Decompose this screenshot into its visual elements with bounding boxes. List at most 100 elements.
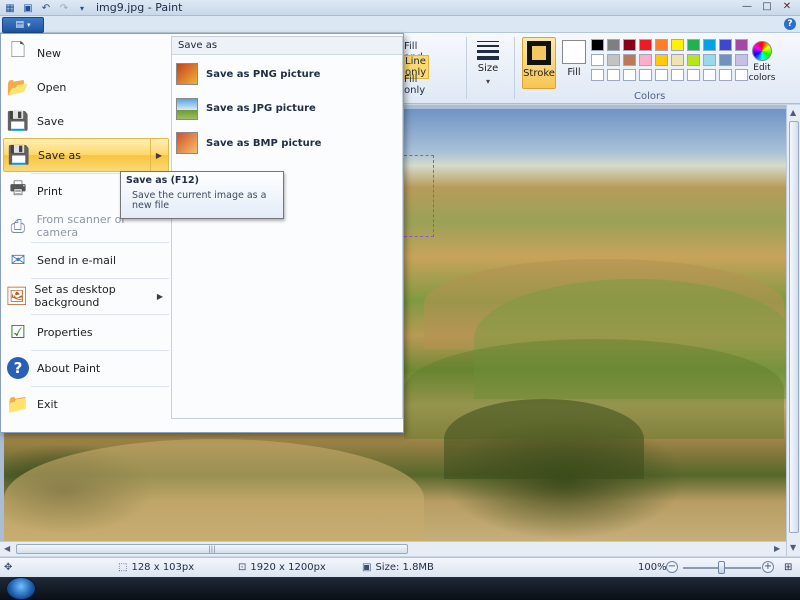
fill-only-option[interactable]: Fill only [404,74,425,96]
disk-icon: ▣ [362,562,372,573]
paint-menu-button[interactable]: ▤ ▾ [2,17,44,33]
menu-item-about-paint[interactable]: ? About Paint [3,351,169,385]
edit-colors-label: Edit colors [748,63,776,83]
palette-color-swatch[interactable] [687,69,700,81]
palette-color-swatch[interactable] [639,54,652,66]
palette-color-swatch[interactable] [639,39,652,51]
paint-app-icon[interactable]: ▦ [3,1,17,15]
horizontal-scroll-thumb[interactable]: ||| [16,544,408,554]
scroll-up-icon[interactable]: ▲ [790,108,796,117]
palette-color-swatch[interactable] [655,69,668,81]
palette-color-swatch[interactable] [671,54,684,66]
redo-icon[interactable]: ↷ [57,1,71,15]
printer-icon: 🖶 [9,178,27,199]
paint-application-menu: 🗋 New 📂 Open 💾 Save 💾 Save as ▶ 🖶 Print ⎙ From scann… [0,33,404,433]
palette-color-swatch[interactable] [687,39,700,51]
menu-item-open[interactable]: 📂 Open [3,70,169,104]
palette-color-swatch[interactable] [639,69,652,81]
menu-item-label: Set as desktop background [34,283,116,309]
zoom-level: 100% [638,562,667,573]
menu-separator [31,278,169,279]
file-size: ▣ Size: 1.8MB [362,562,434,573]
zoom-in-button[interactable]: + [762,561,774,573]
menu-item-label: Save as [38,148,81,162]
submenu-item-save-as-bmp-picture[interactable]: Save as BMP picture [176,128,400,158]
submenu-item-label: Save as BMP picture [206,137,322,149]
menu-separator [31,314,169,315]
palette-color-swatch[interactable] [719,39,732,51]
scroll-right-icon[interactable]: ▶ [774,544,780,553]
save-icon[interactable]: ▣ [21,1,35,15]
scroll-left-icon[interactable]: ◀ [4,544,10,553]
palette-color-swatch[interactable] [703,39,716,51]
palette-color-swatch[interactable] [591,69,604,81]
stroke-color-button[interactable]: Stroke [522,37,556,89]
palette-color-swatch[interactable] [623,39,636,51]
selection-size: ⬚ 128 x 103px [118,562,194,573]
palette-color-swatch[interactable] [623,69,636,81]
selection-size-text: 128 x 103px [131,562,195,573]
cursor-position: ✥ [4,562,12,573]
start-button[interactable] [6,577,36,600]
selection-rectangle[interactable] [404,155,434,237]
menu-separator [31,242,169,243]
palette-color-swatch[interactable] [719,54,732,66]
palette-color-swatch[interactable] [671,39,684,51]
palette-color-swatch[interactable] [687,54,700,66]
save-icon: 💾 [6,110,30,132]
help-icon[interactable]: ? [784,18,796,30]
fill-color-button[interactable]: Fill [559,37,589,89]
exit-icon: 📁 [6,393,30,415]
menu-item-send-in-e-mail[interactable]: ✉ Send in e-mail [3,243,169,277]
palette-color-swatch[interactable] [655,54,668,66]
menu-item-exit[interactable]: 📁 Exit [3,387,169,421]
customize-icon[interactable]: ▾ [75,1,89,15]
palette-color-swatch[interactable] [655,39,668,51]
palette-color-swatch[interactable] [719,69,732,81]
menu-separator [31,350,169,351]
taskbar [0,577,800,600]
close-button[interactable]: ✕ [778,0,796,14]
size-button[interactable]: Size ▾ [474,39,502,87]
menu-item-save[interactable]: 💾 Save [3,104,169,138]
open-folder-icon: 📂 [6,76,30,98]
palette-color-swatch[interactable] [607,54,620,66]
palette-color-swatch[interactable] [703,69,716,81]
chevron-right-icon: ▶ [156,291,163,301]
ribbon-separator [466,37,467,99]
scroll-down-icon[interactable]: ▼ [790,543,796,552]
scanner-icon: ⎙ [10,215,26,237]
color-palette [591,39,748,81]
menu-item-new[interactable]: 🗋 New [3,36,169,70]
undo-icon[interactable]: ↶ [39,1,53,15]
maximize-button[interactable]: □ [758,0,776,14]
palette-color-swatch[interactable] [671,69,684,81]
vertical-scroll-thumb[interactable] [789,121,799,533]
colors-group-label: Colors [634,91,666,102]
window-controls: — □ ✕ [738,0,796,14]
palette-color-swatch[interactable] [591,39,604,51]
submenu-item-save-as-png-picture[interactable]: Save as PNG picture [176,59,400,89]
horizontal-scrollbar[interactable]: ◀ ||| ▶ [0,541,786,556]
menu-item-properties[interactable]: ☑ Properties [3,315,169,349]
menu-item-label: Send in e-mail [37,253,117,267]
save-as-icon: 💾 [7,144,31,166]
tooltip-body: Save the current image as a new file [132,190,267,211]
zoom-slider-thumb[interactable] [718,561,725,574]
palette-color-swatch[interactable] [607,69,620,81]
fill-color-swatch [562,40,586,64]
palette-color-swatch[interactable] [623,54,636,66]
vertical-scrollbar[interactable]: ▲ ▼ [786,105,800,556]
resize-grip-icon[interactable]: ⊞ [784,562,792,573]
minimize-button[interactable]: — [738,0,756,14]
palette-color-swatch[interactable] [591,54,604,66]
bmp-picture-icon [176,132,198,154]
edit-colors-button[interactable]: Edit colors [744,41,780,83]
submenu-item-save-as-jpg-picture[interactable]: Save as JPG picture [176,94,400,124]
menu-item-save-as[interactable]: 💾 Save as ▶ [3,138,169,172]
zoom-out-button[interactable]: − [666,561,678,573]
menu-item-set-as-desktop-background[interactable]: 🖼 Set as desktop background ▶ [3,279,169,313]
file-size-text: Size: 1.8MB [375,562,434,573]
palette-color-swatch[interactable] [607,39,620,51]
palette-color-swatch[interactable] [703,54,716,66]
